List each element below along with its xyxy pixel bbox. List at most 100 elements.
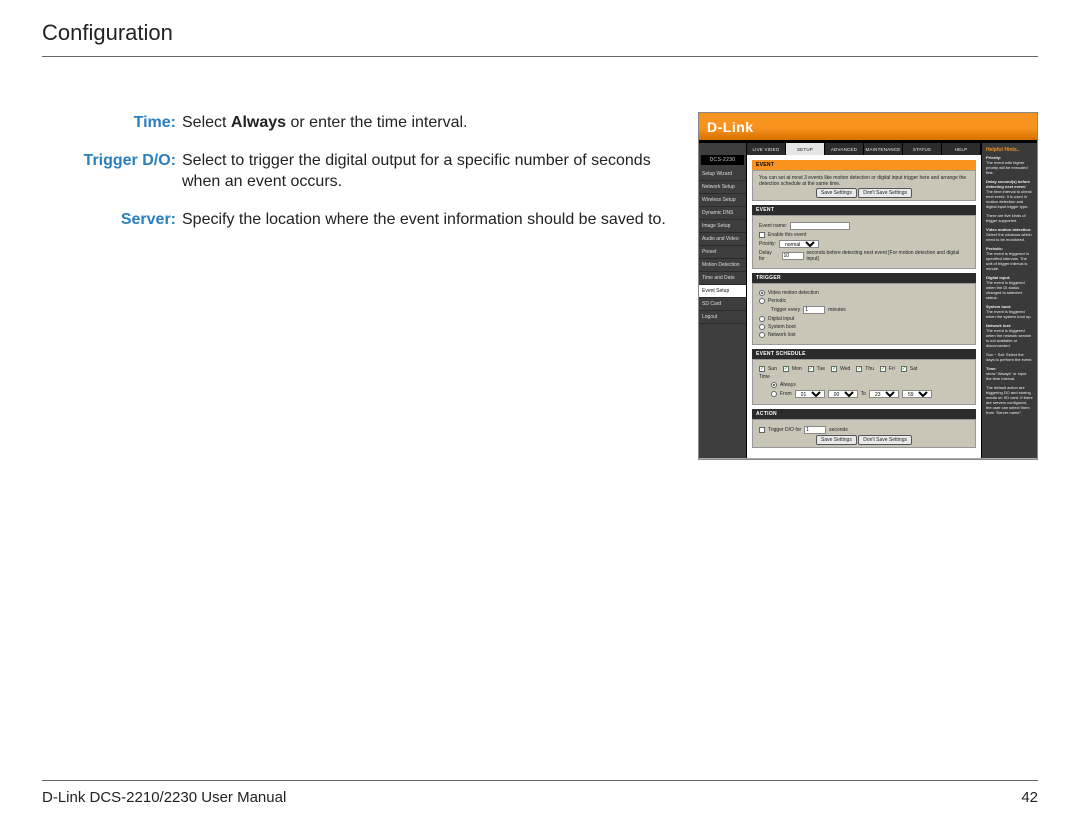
def-text-pre: Select bbox=[182, 114, 231, 131]
day-checkbox-thu[interactable] bbox=[856, 366, 862, 372]
day-label-wed: Wed bbox=[840, 366, 850, 372]
help-t4: Select the windows which need to be moni… bbox=[986, 232, 1032, 242]
sidebar-item-sd-card[interactable]: SD Card bbox=[699, 298, 746, 311]
def-text-bold: Always bbox=[231, 114, 286, 131]
tab-live-video[interactable]: LIVE VIDEO bbox=[747, 143, 786, 155]
sidebar-item-dynamic-dns[interactable]: Dynamic DNS bbox=[699, 207, 746, 220]
day-checkbox-sat[interactable] bbox=[901, 366, 907, 372]
sidebar-item-logout[interactable]: Logout bbox=[699, 311, 746, 324]
radio-di[interactable] bbox=[759, 316, 765, 322]
sidebar-item-event-setup[interactable]: Event Setup bbox=[699, 285, 746, 298]
trigger-every-post: minutes bbox=[828, 307, 846, 313]
section-action: ACTION bbox=[752, 409, 976, 419]
day-checkbox-mon[interactable] bbox=[783, 366, 789, 372]
trigger-every-pre: Trigger every bbox=[771, 307, 800, 313]
delay-input[interactable] bbox=[782, 252, 804, 260]
from-label: From bbox=[780, 391, 792, 397]
footer-page: 42 bbox=[1021, 789, 1038, 806]
help-b2: Delay second(s) before detecting next ev… bbox=[986, 179, 1033, 189]
to-h-select[interactable]: 23 bbox=[869, 390, 899, 398]
day-checkbox-sun[interactable] bbox=[759, 366, 765, 372]
event-name-input[interactable] bbox=[790, 222, 850, 230]
do-seconds-input[interactable] bbox=[804, 426, 826, 434]
sidebar-item-network-setup[interactable]: Network Setup bbox=[699, 181, 746, 194]
radio-periodic[interactable] bbox=[759, 298, 765, 304]
delay-pre: Delay for bbox=[759, 250, 779, 262]
sidebar-item-wireless-setup[interactable]: Wireless Setup bbox=[699, 194, 746, 207]
day-label-tue: Tue bbox=[817, 366, 825, 372]
sidebar-item-time-and-date[interactable]: Time and Date bbox=[699, 272, 746, 285]
trigger-vmd-label: Video motion detection bbox=[768, 290, 819, 296]
tab-advanced[interactable]: ADVANCED bbox=[825, 143, 864, 155]
tab-setup[interactable]: SETUP bbox=[786, 143, 825, 155]
priority-select[interactable]: normal bbox=[779, 240, 819, 248]
trigger-nl-label: Network lost bbox=[768, 332, 796, 338]
tab-help[interactable]: HELP bbox=[942, 143, 981, 155]
radio-vmd[interactable] bbox=[759, 290, 765, 296]
sidebar: DCS-2230 Setup WizardNetwork SetupWirele… bbox=[699, 143, 747, 458]
day-label-fri: Fri bbox=[889, 366, 895, 372]
panel-intro: You can set at most 3 events like motion… bbox=[752, 170, 976, 201]
day-checkbox-tue[interactable] bbox=[808, 366, 814, 372]
tab-maintenance[interactable]: MAINTENANCE bbox=[864, 143, 903, 155]
radio-nl[interactable] bbox=[759, 332, 765, 338]
save-button-2[interactable]: Save Settings bbox=[816, 435, 857, 445]
dont-save-button[interactable]: Don't Save Settings bbox=[858, 188, 912, 198]
def-label: Server: bbox=[60, 209, 182, 231]
to-m-select[interactable]: 59 bbox=[902, 390, 932, 398]
help-t10: show "Always" or input the time interval… bbox=[986, 371, 1026, 381]
help-t7: The event is triggered when the system b… bbox=[986, 309, 1032, 319]
section-event: EVENT bbox=[752, 205, 976, 215]
radio-sb[interactable] bbox=[759, 324, 765, 330]
help-column: Helpful Hints.. Priority:The event with … bbox=[981, 143, 1037, 458]
day-label-sun: Sun bbox=[768, 366, 777, 372]
trigger-every-input[interactable] bbox=[803, 306, 825, 314]
day-checkbox-fri[interactable] bbox=[880, 366, 886, 372]
enable-checkbox[interactable] bbox=[759, 232, 765, 238]
day-label-sat: Sat bbox=[910, 366, 918, 372]
day-label-mon: Mon bbox=[792, 366, 802, 372]
day-label-thu: Thu bbox=[865, 366, 874, 372]
top-tabs: LIVE VIDEOSETUPADVANCEDMAINTENANCESTATUS… bbox=[747, 143, 981, 155]
brand-logo: D-Link bbox=[707, 119, 754, 135]
help-t11: The default action are triggering DO and… bbox=[986, 385, 1033, 415]
do-post: seconds bbox=[829, 427, 848, 433]
def-server: Server: Specify the location where the e… bbox=[60, 209, 670, 231]
from-m-select[interactable]: 00 bbox=[828, 390, 858, 398]
sidebar-item-audio-and-video[interactable]: Audio and Video bbox=[699, 233, 746, 246]
page-title: Configuration bbox=[42, 20, 173, 45]
definitions-list: Time: Select Always or enter the time in… bbox=[60, 112, 670, 246]
footer-manual: D-Link DCS-2210/2230 User Manual bbox=[42, 789, 286, 806]
enable-label: Enable this event bbox=[768, 232, 806, 238]
panel-heading: EVENT bbox=[752, 160, 976, 170]
time-label: Time bbox=[759, 374, 770, 380]
def-label: Time: bbox=[60, 112, 182, 134]
help-t3: There are five kinds of trigger supporte… bbox=[986, 213, 1033, 223]
help-t9: Sun ~ Sat: Select the days to perform th… bbox=[986, 352, 1033, 362]
sidebar-item-setup-wizard[interactable]: Setup Wizard bbox=[699, 168, 746, 181]
main-area: LIVE VIDEOSETUPADVANCEDMAINTENANCESTATUS… bbox=[747, 143, 981, 458]
help-t2: The time interval to check next event. I… bbox=[986, 189, 1032, 209]
save-button[interactable]: Save Settings bbox=[816, 188, 857, 198]
tab-status[interactable]: STATUS bbox=[903, 143, 942, 155]
do-checkbox[interactable] bbox=[759, 427, 765, 433]
radio-always[interactable] bbox=[771, 382, 777, 388]
from-h-select[interactable]: 01 bbox=[795, 390, 825, 398]
sidebar-item-preset[interactable]: Preset bbox=[699, 246, 746, 259]
always-label: Always bbox=[780, 382, 796, 388]
intro-text: You can set at most 3 events like motion… bbox=[759, 175, 969, 187]
do-label: Trigger D/O for bbox=[768, 427, 801, 433]
sidebar-item-motion-detection[interactable]: Motion Detection bbox=[699, 259, 746, 272]
trigger-sb-label: System boot bbox=[768, 324, 796, 330]
def-trigger-do: Trigger D/O: Select to trigger the digit… bbox=[60, 150, 670, 193]
help-t1: The event with higher priority will be e… bbox=[986, 160, 1028, 175]
section-schedule: EVENT SCHEDULE bbox=[752, 349, 976, 359]
event-name-label: Event name: bbox=[759, 223, 787, 229]
sidebar-item-image-setup[interactable]: Image Setup bbox=[699, 220, 746, 233]
page-header: Configuration bbox=[42, 20, 1038, 57]
def-text: Select Always or enter the time interval… bbox=[182, 112, 670, 134]
to-label: To bbox=[861, 391, 866, 397]
radio-from[interactable] bbox=[771, 391, 777, 397]
day-checkbox-wed[interactable] bbox=[831, 366, 837, 372]
dont-save-button-2[interactable]: Don't Save Settings bbox=[858, 435, 912, 445]
